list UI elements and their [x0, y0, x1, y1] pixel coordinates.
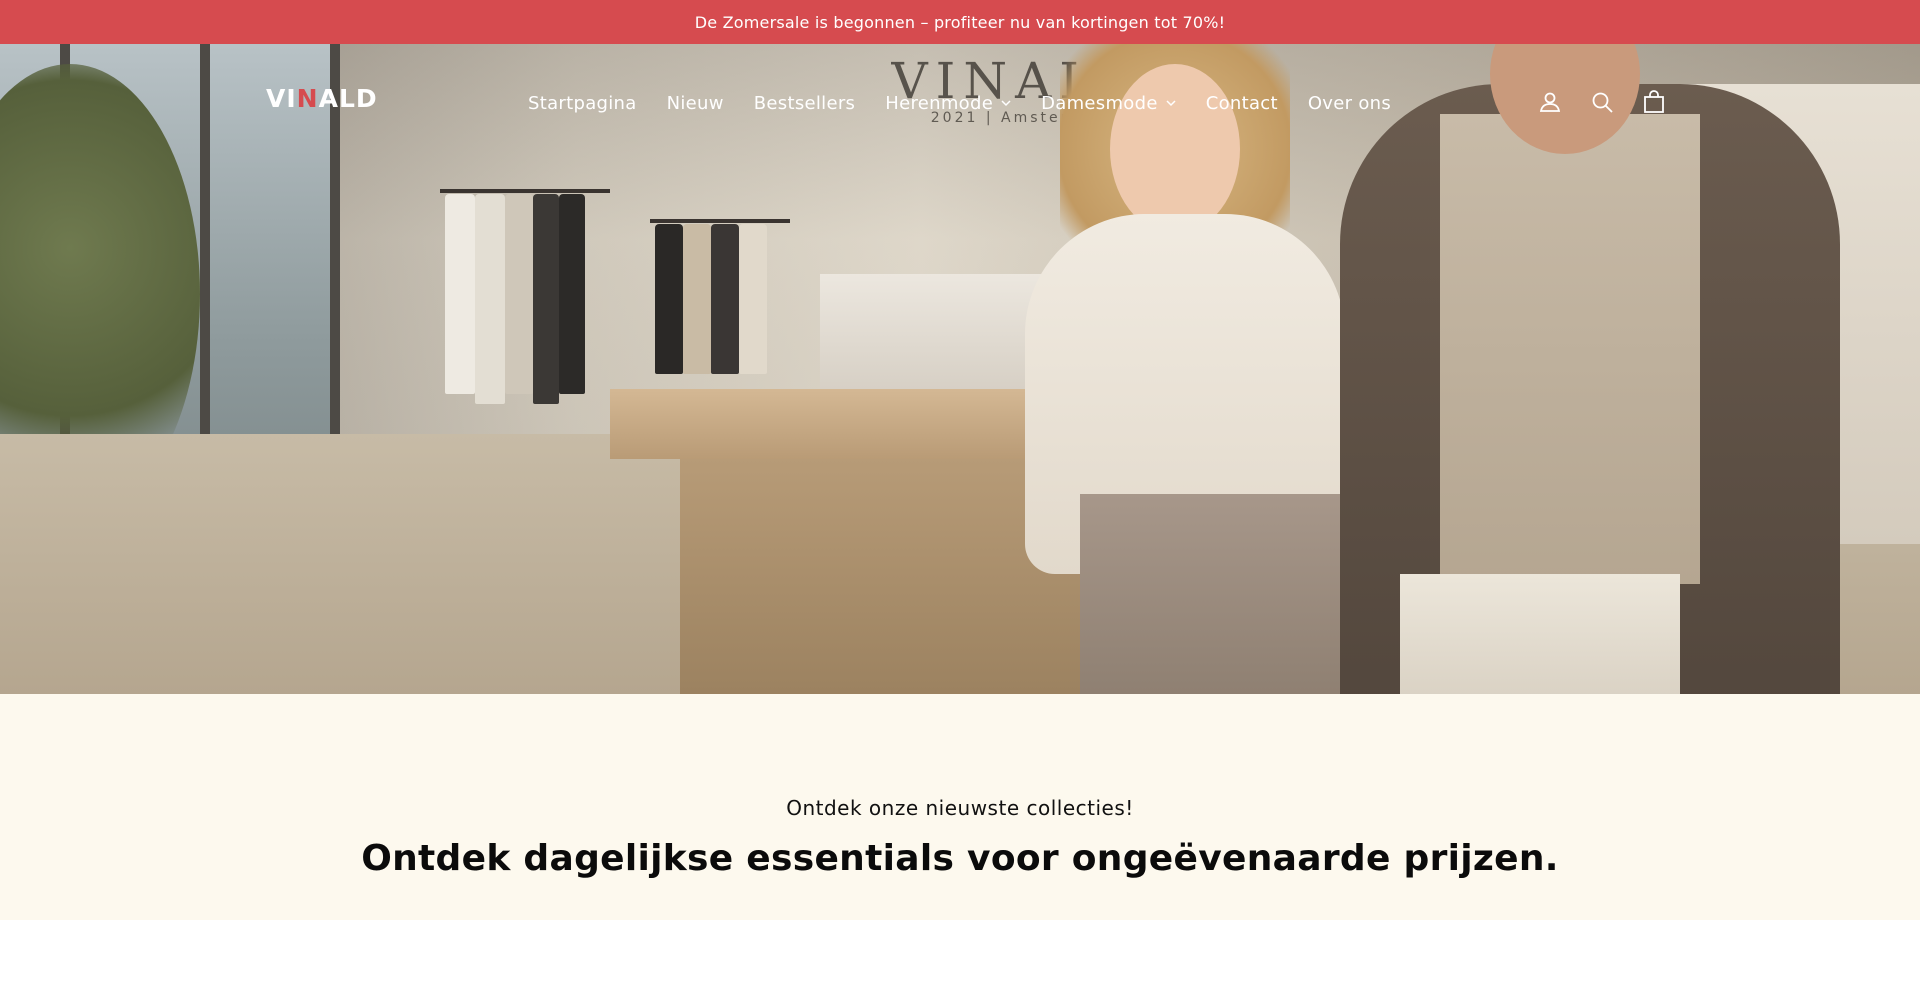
nav-item-startpagina[interactable]: Startpagina: [528, 93, 637, 114]
intro-section: Ontdek onze nieuwste collecties! Ontdek …: [0, 694, 1920, 920]
cart-icon[interactable]: [1640, 88, 1668, 116]
nav-item-nieuw[interactable]: Nieuw: [667, 93, 724, 114]
nav-item-over-ons[interactable]: Over ons: [1308, 93, 1391, 114]
intro-subtitle: Ontdek onze nieuwste collecties!: [786, 796, 1134, 820]
nav-item-herenmode[interactable]: Herenmode: [885, 93, 1011, 114]
nav-item-damesmode[interactable]: Damesmode: [1041, 93, 1176, 114]
page-content-below: [0, 920, 1920, 993]
announcement-bar: De Zomersale is begonnen – profiteer nu …: [0, 0, 1920, 44]
search-icon[interactable]: [1588, 88, 1616, 116]
nav-item-contact[interactable]: Contact: [1206, 93, 1278, 114]
chevron-down-icon: [1001, 100, 1011, 107]
announcement-text: De Zomersale is begonnen – profiteer nu …: [694, 12, 1226, 32]
site-header: VINALD Startpagina Nieuw Bestsellers Her…: [0, 44, 1920, 162]
chevron-down-icon: [1166, 100, 1176, 107]
account-icon[interactable]: [1536, 88, 1564, 116]
intro-title: Ontdek dagelijkse essentials voor ongeëv…: [361, 838, 1559, 879]
nav-item-bestsellers[interactable]: Bestsellers: [754, 93, 855, 114]
main-nav: Startpagina Nieuw Bestsellers Herenmode …: [528, 90, 1391, 116]
site-logo[interactable]: VINALD: [266, 86, 378, 112]
header-icons: [1536, 88, 1668, 116]
